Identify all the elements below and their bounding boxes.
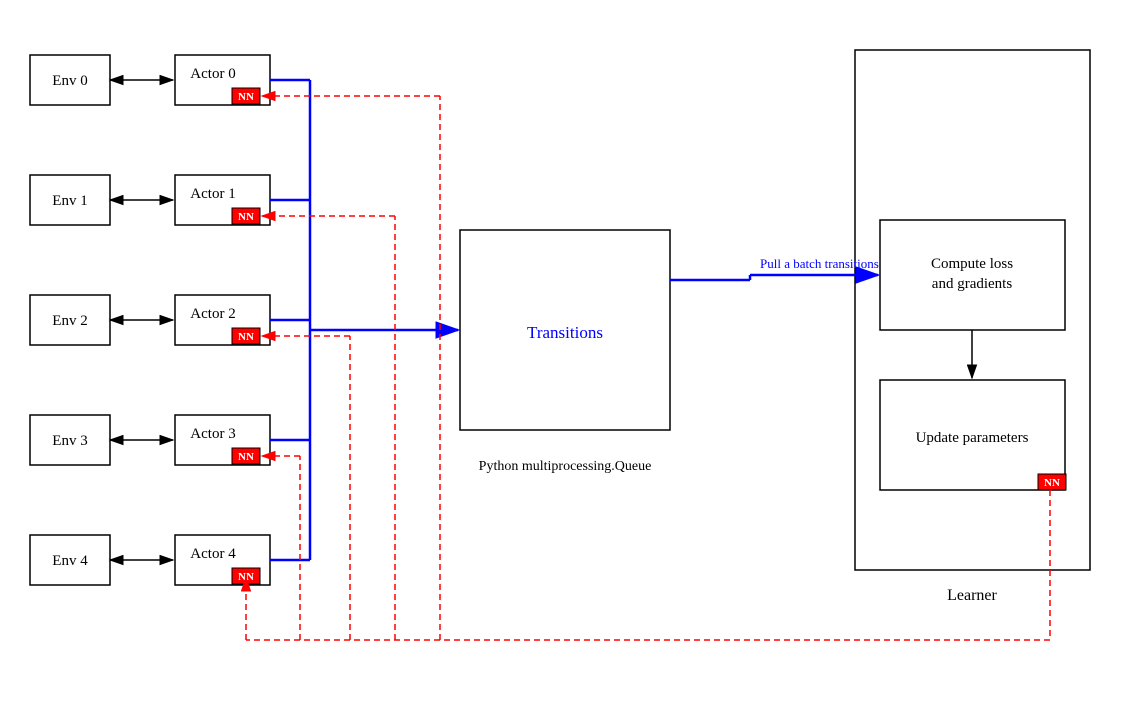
- transitions-label: Transitions: [527, 323, 603, 342]
- actor2-nn-label: NN: [238, 331, 254, 343]
- actor1-label: Actor 1: [190, 186, 235, 202]
- compute-loss-label-2: and gradients: [932, 276, 1013, 292]
- actor4-label: Actor 4: [190, 546, 236, 562]
- compute-loss-label-1: Compute loss: [931, 256, 1013, 272]
- update-params-label: Update parameters: [916, 430, 1029, 446]
- env1-label: Env 1: [52, 193, 87, 209]
- env0-label: Env 0: [52, 73, 87, 89]
- diagram-svg: Env 0 Env 1 Env 2 Env 3 Env 4 Actor 0 NN…: [0, 0, 1148, 719]
- actor3-nn-label: NN: [238, 451, 254, 463]
- env4-label: Env 4: [52, 553, 88, 569]
- actor0-label: Actor 0: [190, 66, 235, 82]
- compute-loss-box: [880, 220, 1065, 330]
- actor1-nn-label: NN: [238, 211, 254, 223]
- learner-nn-label: NN: [1044, 477, 1060, 489]
- actor3-label: Actor 3: [190, 426, 235, 442]
- actor0-nn-label: NN: [238, 91, 254, 103]
- env2-label: Env 2: [52, 313, 87, 329]
- learner-label: Learner: [947, 587, 997, 604]
- env3-label: Env 3: [52, 433, 87, 449]
- pull-batch-label: Pull a batch transitions: [760, 256, 879, 271]
- queue-label: Python multiprocessing.Queue: [479, 459, 652, 474]
- actor4-nn-label: NN: [238, 571, 254, 583]
- actor2-label: Actor 2: [190, 306, 235, 322]
